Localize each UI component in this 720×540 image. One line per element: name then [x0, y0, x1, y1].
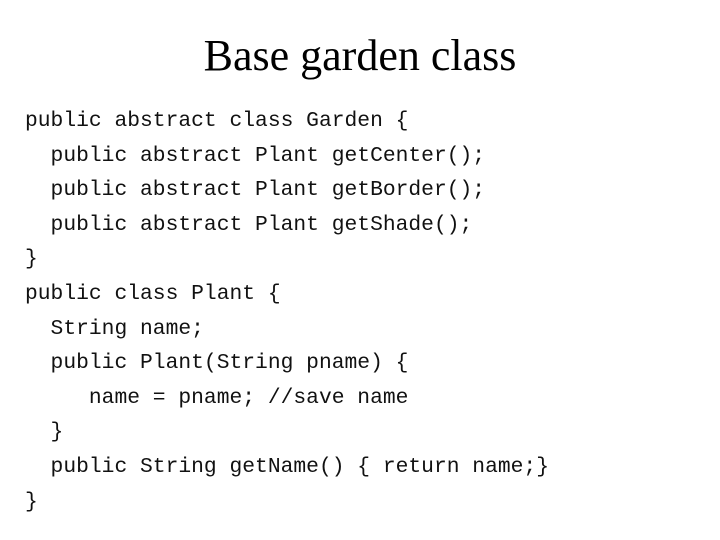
code-line: public abstract Plant getCenter();	[25, 143, 486, 168]
code-line: String name;	[25, 316, 204, 341]
code-line: public Plant(String pname) {	[25, 351, 409, 376]
slide-title: Base garden class	[203, 31, 517, 80]
code-line: name = pname; //save name	[25, 385, 409, 410]
code-line: public abstract Plant getBorder();	[25, 178, 486, 203]
code-line: public abstract Plant getShade();	[25, 212, 473, 237]
code-line: public String getName() { return name;}	[25, 454, 549, 479]
code-line: }	[25, 420, 64, 445]
code-block: public abstract class Garden { public ab…	[25, 104, 549, 519]
code-line: public class Plant {	[25, 281, 281, 306]
code-line: }	[25, 489, 38, 514]
code-line: public abstract class Garden {	[25, 109, 409, 133]
code-line: }	[25, 247, 38, 272]
